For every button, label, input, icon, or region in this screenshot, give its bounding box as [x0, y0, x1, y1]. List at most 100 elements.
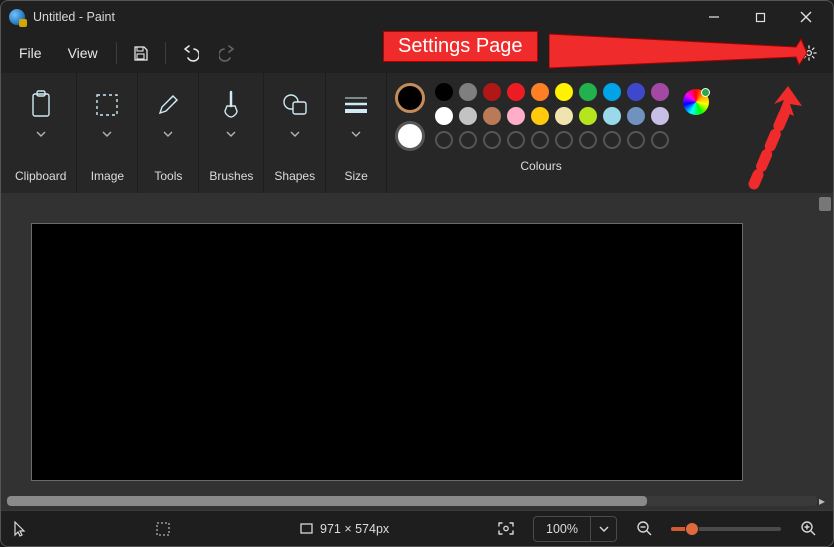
- chevron-down-icon: [163, 129, 173, 139]
- chevron-down-icon: [599, 524, 609, 534]
- color-swatch[interactable]: [651, 107, 669, 125]
- color-swatch[interactable]: [603, 83, 621, 101]
- paint-app-icon: [9, 9, 25, 25]
- color-swatch[interactable]: [483, 107, 501, 125]
- tools-group[interactable]: Tools: [138, 73, 199, 193]
- primary-color-swatch[interactable]: [395, 83, 425, 113]
- brush-icon: [211, 85, 251, 125]
- undo-button[interactable]: [172, 37, 208, 69]
- redo-button[interactable]: [210, 37, 246, 69]
- ribbon-label: Size: [344, 169, 367, 183]
- canvas-area: ▸: [1, 193, 833, 510]
- chevron-down-icon: [36, 129, 46, 139]
- clipboard-group[interactable]: Clipboard: [1, 73, 77, 193]
- cursor-tool-indicator: [13, 521, 27, 537]
- file-menu[interactable]: File: [7, 39, 54, 67]
- divider: [165, 42, 166, 64]
- gear-icon: [800, 44, 818, 62]
- brushes-group[interactable]: Brushes: [199, 73, 264, 193]
- settings-button[interactable]: [791, 37, 827, 69]
- palette-row-empty: [435, 131, 669, 149]
- selection-icon: [155, 521, 171, 537]
- dimensions-icon: [299, 521, 314, 536]
- color-swatch[interactable]: [507, 83, 525, 101]
- color-swatch[interactable]: [483, 131, 501, 149]
- divider: [116, 42, 117, 64]
- zoom-slider[interactable]: [671, 527, 781, 531]
- color-swatch[interactable]: [531, 131, 549, 149]
- color-swatch[interactable]: [459, 131, 477, 149]
- color-swatch[interactable]: [627, 83, 645, 101]
- secondary-color-swatch[interactable]: [395, 121, 425, 151]
- color-swatch[interactable]: [531, 107, 549, 125]
- zoom-selector[interactable]: 100%: [533, 516, 617, 542]
- cursor-icon: [13, 521, 27, 537]
- clipboard-icon: [21, 85, 61, 125]
- chevron-down-icon: [102, 129, 112, 139]
- color-swatch[interactable]: [507, 131, 525, 149]
- zoom-in-button[interactable]: [795, 516, 821, 542]
- image-scan-button[interactable]: [493, 516, 519, 542]
- status-bar: 971 × 574px 100%: [1, 510, 833, 546]
- view-menu[interactable]: View: [56, 39, 110, 67]
- color-swatch[interactable]: [627, 131, 645, 149]
- chevron-down-icon: [226, 129, 236, 139]
- size-group[interactable]: Size: [326, 73, 387, 193]
- save-button[interactable]: [123, 37, 159, 69]
- title-bar: Untitled - Paint: [1, 1, 833, 33]
- ribbon-label: Colours: [391, 159, 821, 173]
- canvas-dimensions: 971 × 574px: [320, 522, 389, 536]
- ribbon-label: Tools: [154, 169, 182, 183]
- color-swatch[interactable]: [507, 107, 525, 125]
- ribbon-label: Brushes: [209, 169, 253, 183]
- zoom-value: 100%: [534, 522, 590, 536]
- zoom-dropdown[interactable]: [590, 517, 616, 541]
- shapes-group[interactable]: Shapes: [264, 73, 326, 193]
- color-swatch[interactable]: [651, 131, 669, 149]
- image-group[interactable]: Image: [77, 73, 138, 193]
- color-swatch[interactable]: [555, 107, 573, 125]
- ribbon-label: Clipboard: [15, 169, 66, 183]
- color-swatch[interactable]: [579, 107, 597, 125]
- color-swatch[interactable]: [555, 83, 573, 101]
- window-title: Untitled - Paint: [33, 10, 115, 24]
- maximize-button[interactable]: [737, 2, 783, 32]
- edit-colors-button[interactable]: [683, 89, 709, 115]
- minimize-button[interactable]: [691, 2, 737, 32]
- selection-icon: [87, 85, 127, 125]
- zoom-in-icon: [800, 520, 817, 537]
- color-swatch[interactable]: [435, 83, 453, 101]
- palette-row: [435, 107, 669, 125]
- shapes-icon: [275, 85, 315, 125]
- ribbon-toolbar: Clipboard Image Tools Brushes: [1, 73, 833, 193]
- scan-icon: [497, 521, 515, 536]
- color-swatch[interactable]: [579, 131, 597, 149]
- color-swatch[interactable]: [459, 83, 477, 101]
- size-icon: [336, 85, 376, 125]
- menu-bar: File View: [1, 33, 833, 73]
- chevron-down-icon: [351, 129, 361, 139]
- selection-indicator: [155, 521, 171, 537]
- color-swatch[interactable]: [435, 107, 453, 125]
- color-swatch[interactable]: [555, 131, 573, 149]
- palette-row: [435, 83, 669, 101]
- close-button[interactable]: [783, 2, 829, 32]
- canvas-size-indicator: 971 × 574px: [299, 521, 389, 536]
- color-swatch[interactable]: [627, 107, 645, 125]
- color-swatch[interactable]: [435, 131, 453, 149]
- color-swatch[interactable]: [483, 83, 501, 101]
- color-swatch[interactable]: [579, 83, 597, 101]
- canvas-viewport[interactable]: [1, 193, 833, 486]
- chevron-down-icon: [290, 129, 300, 139]
- color-swatch[interactable]: [603, 107, 621, 125]
- color-swatch[interactable]: [651, 83, 669, 101]
- canvas[interactable]: [31, 223, 743, 481]
- horizontal-scrollbar[interactable]: ▸: [7, 492, 817, 508]
- color-swatch[interactable]: [531, 83, 549, 101]
- color-swatch[interactable]: [603, 131, 621, 149]
- color-swatch[interactable]: [459, 107, 477, 125]
- ribbon-label: Image: [91, 169, 124, 183]
- color-palette: [435, 83, 669, 149]
- vertical-scrollbar[interactable]: [819, 197, 831, 484]
- zoom-out-button[interactable]: [631, 516, 657, 542]
